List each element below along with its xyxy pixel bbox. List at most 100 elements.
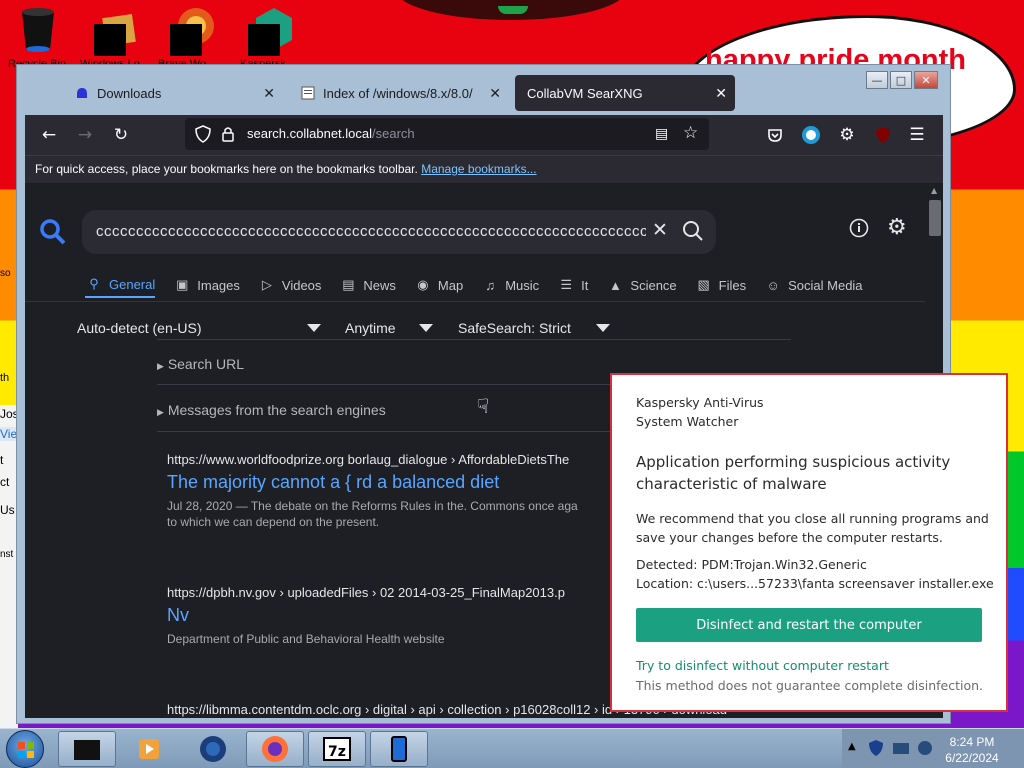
reload-icon[interactable]: ↻ xyxy=(109,123,133,147)
mouse-cursor-icon: ☟ xyxy=(477,394,490,418)
taskbar-app-media[interactable] xyxy=(120,731,178,767)
chevron-down-icon[interactable] xyxy=(596,324,610,332)
search-url-toggle[interactable]: ▶ Search URL xyxy=(157,356,244,372)
extensions-icon[interactable]: ⚙ xyxy=(835,123,859,147)
close-tab-icon[interactable]: ✕ xyxy=(489,85,501,102)
maximize-button[interactable]: □ xyxy=(890,71,912,89)
clear-search-icon[interactable]: ✕ xyxy=(652,219,668,241)
expand-triangle-icon: ▶ xyxy=(157,407,164,417)
show-hidden-icons-icon[interactable]: ▲ xyxy=(848,741,856,752)
menu-icon[interactable]: ☰ xyxy=(905,123,929,147)
ublock-icon[interactable] xyxy=(871,123,895,147)
category-label: Files xyxy=(718,277,747,293)
clock-time: 8:24 PM xyxy=(949,735,995,749)
category-social-media[interactable]: ☺ Social Media xyxy=(764,272,862,298)
disinfect-restart-button[interactable]: Disinfect and restart the computer xyxy=(636,608,982,642)
shield-tray-icon[interactable] xyxy=(868,739,884,761)
play-icon: ▷ xyxy=(261,277,272,292)
category-label: Social Media xyxy=(788,277,863,293)
system-clock[interactable]: 8:24 PM 6/22/2024 xyxy=(940,734,1004,766)
module-name: System Watcher xyxy=(636,414,739,429)
result-title[interactable]: Nv xyxy=(167,605,565,626)
minimize-button[interactable]: — xyxy=(866,71,888,89)
tab-downloads[interactable]: Downloads ✕ xyxy=(63,75,283,111)
music-note-icon: ♫ xyxy=(485,277,496,293)
category-it[interactable]: ☰ It xyxy=(557,272,588,298)
lock-icon[interactable] xyxy=(221,126,235,146)
alert-heading: Application performing suspicious activi… xyxy=(636,453,951,493)
category-images[interactable]: ▣ Images xyxy=(173,272,240,298)
searxng-logo-icon[interactable] xyxy=(39,218,67,250)
manage-bookmarks-link[interactable]: Manage bookmarks... xyxy=(421,162,536,176)
disinfect-without-restart-link[interactable]: Try to disinfect without computer restar… xyxy=(636,658,889,673)
result-url[interactable]: https://dpbh.nv.gov › uploadedFiles › 02… xyxy=(167,585,565,600)
media-player-icon xyxy=(139,739,159,759)
tab-index[interactable]: Index of /windows/8.x/8.0/ ✕ xyxy=(289,75,509,111)
back-icon[interactable]: ← xyxy=(37,123,61,147)
firefox-icon xyxy=(262,736,288,762)
pocket-icon[interactable] xyxy=(763,123,787,147)
chevron-down-icon[interactable] xyxy=(307,324,321,332)
network-icon[interactable] xyxy=(892,741,910,760)
shield-icon[interactable] xyxy=(195,125,211,147)
clock-date: 6/22/2024 xyxy=(945,751,999,765)
alert-details: Detected: PDM:Trojan.Win32.Generic Locat… xyxy=(636,555,994,593)
category-map[interactable]: ◉ Map xyxy=(414,272,463,298)
taskbar-app-7zip[interactable]: 7z xyxy=(308,731,366,767)
result-url[interactable]: https://www.worldfoodprize.org borlaug_d… xyxy=(167,452,578,467)
taskbar-app-firefox[interactable] xyxy=(246,731,304,767)
disinfect-note: This method does not guarantee complete … xyxy=(636,678,984,693)
background-window-text: nst xyxy=(0,549,14,560)
start-button[interactable] xyxy=(6,730,44,768)
close-window-button[interactable]: ✕ xyxy=(914,71,938,89)
folder-icon xyxy=(74,740,100,760)
scrollbar-thumb[interactable] xyxy=(929,200,941,236)
language-select[interactable]: Auto-detect (en-US) xyxy=(77,320,202,336)
url-domain: search.collabnet.local xyxy=(247,126,373,141)
svg-text:7z: 7z xyxy=(328,744,346,760)
tab-searxng[interactable]: CollabVM SearXNG ✕ xyxy=(515,75,735,111)
search-input[interactable]: cccccccccccccccccccccccccccccccccccccccc… xyxy=(96,223,646,240)
preferences-gear-icon[interactable]: ⚙ xyxy=(887,215,907,240)
category-science[interactable]: ▲ Science xyxy=(606,272,677,298)
reader-view-icon[interactable]: ▤ xyxy=(655,126,668,142)
account-icon[interactable] xyxy=(799,123,823,147)
category-files[interactable]: ▧ Files xyxy=(695,272,747,298)
search-result: https://www.worldfoodprize.org borlaug_d… xyxy=(167,452,578,530)
taskbar-app-explorer[interactable] xyxy=(58,731,116,767)
kaspersky-icon[interactable] xyxy=(246,6,294,56)
category-music[interactable]: ♫ Music xyxy=(481,272,539,298)
taskbar-app-network[interactable] xyxy=(184,731,242,767)
folder-icon[interactable] xyxy=(90,6,138,56)
category-general[interactable]: ⚲ General xyxy=(85,272,156,298)
category-label: News xyxy=(363,277,396,293)
device-icon xyxy=(391,736,407,762)
category-label: It xyxy=(581,277,589,293)
taskbar-app-kaspersky[interactable] xyxy=(370,731,428,767)
url-bar[interactable]: search.collabnet.local/search ▤ ☆ xyxy=(185,118,709,150)
volume-icon[interactable] xyxy=(916,739,934,761)
desktop-fragment: so xyxy=(0,268,11,279)
close-tab-icon[interactable]: ✕ xyxy=(715,85,727,102)
category-tabs: ⚲ General ▣ Images ▷ Videos ▤ News ◉ Map ♫ Mus… xyxy=(85,272,881,298)
result-title[interactable]: The majority cannot a { rd a balanced di… xyxy=(167,472,578,493)
forward-icon[interactable]: → xyxy=(73,123,97,147)
browser-icon[interactable] xyxy=(168,6,216,56)
search-box[interactable]: cccccccccccccccccccccccccccccccccccccccc… xyxy=(82,210,716,254)
close-tab-icon[interactable]: ✕ xyxy=(263,85,275,102)
engine-messages-toggle[interactable]: ▶ Messages from the search engines xyxy=(157,402,386,418)
category-news[interactable]: ▤ News xyxy=(339,272,396,298)
time-range-select[interactable]: Anytime xyxy=(345,320,396,336)
recycle-bin-icon[interactable] xyxy=(14,6,62,56)
search-submit-icon[interactable] xyxy=(682,220,704,246)
scroll-up-icon[interactable]: ▲ xyxy=(931,186,937,195)
category-videos[interactable]: ▷ Videos xyxy=(258,272,322,298)
info-icon[interactable] xyxy=(849,218,869,242)
expand-triangle-icon: ▶ xyxy=(157,361,164,371)
chevron-down-icon[interactable] xyxy=(419,324,433,332)
bookmark-star-icon[interactable]: ☆ xyxy=(683,123,698,143)
layers-icon: ☰ xyxy=(560,277,572,292)
safesearch-select[interactable]: SafeSearch: Strict xyxy=(458,320,571,336)
url-path: /search xyxy=(372,126,415,141)
desktop-fragment: th xyxy=(0,372,10,384)
